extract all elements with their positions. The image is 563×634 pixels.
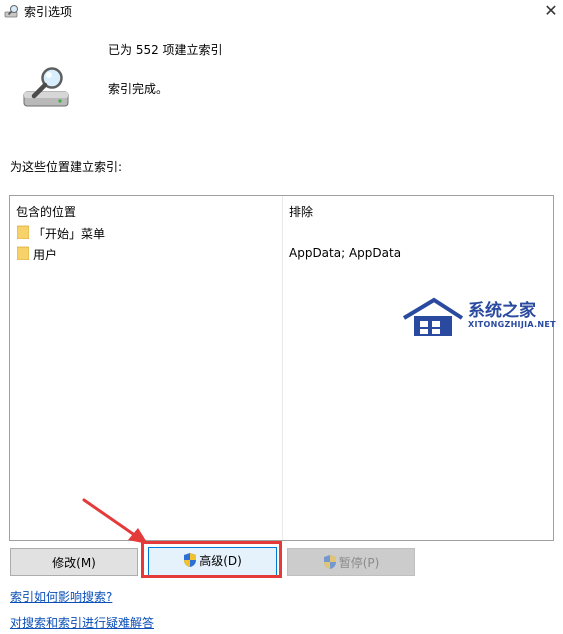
column-header-excluded[interactable]: 排除: [289, 203, 313, 220]
location-name: 「开始」菜单: [33, 227, 106, 241]
list-item[interactable]: 用户 AppData; AppData: [10, 243, 553, 263]
indexed-locations-list[interactable]: 包含的位置 排除 「开始」菜单 用户 AppData; AppData: [9, 195, 554, 541]
advanced-button[interactable]: 高级(D): [148, 547, 277, 576]
location-exclusions: AppData; AppData: [289, 246, 402, 260]
column-header-included[interactable]: 包含的位置: [16, 203, 76, 220]
title-bar: 索引选项 ✕: [0, 0, 563, 22]
locations-section-label: 为这些位置建立索引:: [10, 160, 123, 174]
pause-button[interactable]: 暂停(P): [287, 548, 415, 576]
uac-shield-icon: [323, 552, 337, 569]
close-icon[interactable]: ✕: [544, 1, 557, 20]
how-indexing-affects-search-link[interactable]: 索引如何影响搜索?: [10, 588, 112, 605]
uac-shield-icon: [183, 551, 197, 567]
troubleshoot-search-link[interactable]: 对搜索和索引进行疑难解答: [10, 614, 154, 631]
watermark-title: 系统之家: [468, 301, 536, 321]
watermark-logo-icon: [400, 296, 464, 338]
indexing-options-icon: [4, 3, 20, 19]
window-title: 索引选项: [24, 5, 73, 19]
close-button[interactable]: ✕: [539, 0, 563, 22]
list-item[interactable]: 「开始」菜单: [10, 222, 553, 242]
advanced-button-label[interactable]: 高级(D): [199, 554, 242, 568]
folder-icon: [16, 225, 30, 240]
index-count-text: 已为 552 项建立索引: [108, 43, 223, 57]
folder-icon: [16, 246, 30, 261]
drive-magnifier-icon: [20, 66, 76, 114]
pause-button-label[interactable]: 暂停(P): [339, 556, 380, 570]
location-name: 用户: [33, 248, 58, 262]
modify-button[interactable]: 修改(M): [10, 548, 138, 576]
index-status-text: 索引完成。: [108, 82, 169, 96]
watermark-url: XITONGZHIJIA.NET: [468, 320, 556, 329]
watermark: 系统之家 XITONGZHIJIA.NET: [400, 292, 556, 342]
